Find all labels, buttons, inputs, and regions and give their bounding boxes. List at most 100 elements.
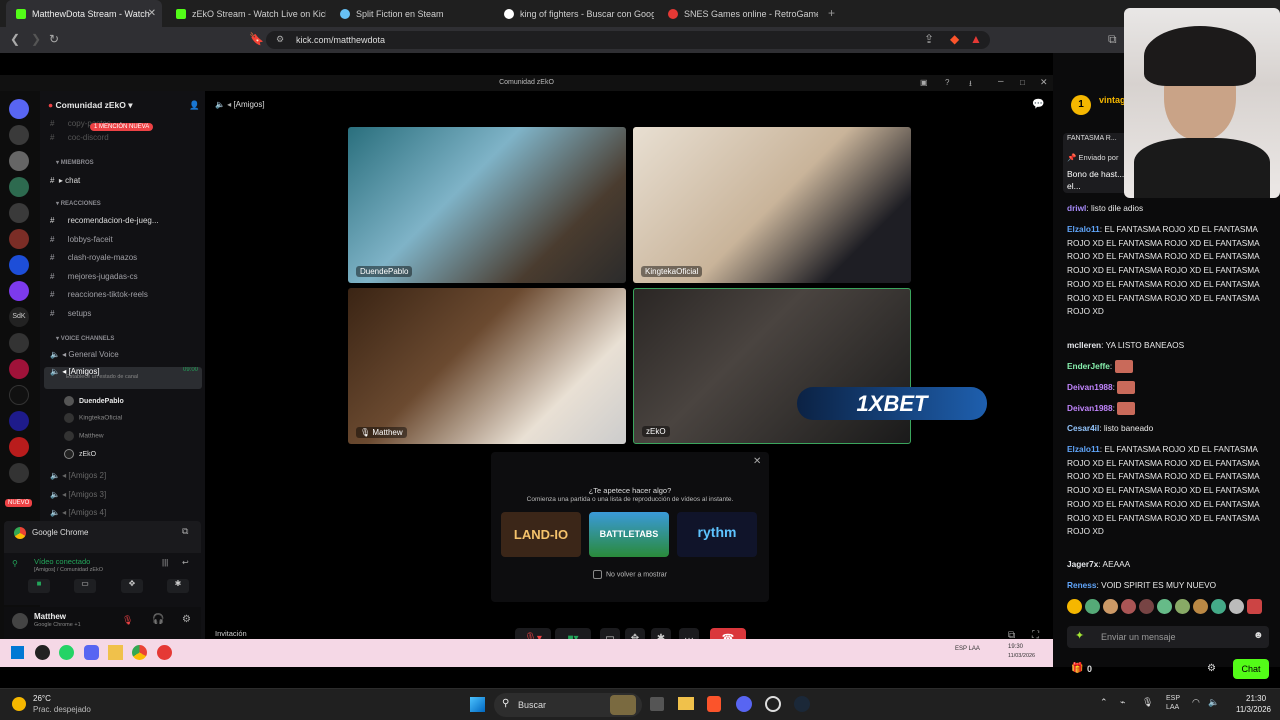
network-icon[interactable]: ⌁ [1120, 697, 1125, 708]
reload-icon[interactable]: ↻ [49, 32, 59, 46]
headphones-icon[interactable]: 🎧 [152, 614, 164, 625]
brave-shield-icon[interactable]: ◆ [950, 32, 959, 46]
emote-icon[interactable] [1211, 599, 1226, 614]
new-tab-icon[interactable]: + [828, 6, 835, 20]
video-tile[interactable]: DuendePablo [348, 127, 626, 283]
server-icon[interactable] [9, 151, 29, 171]
volume-icon[interactable]: 🔈 [1208, 697, 1219, 708]
close-tab-icon[interactable]: ✕ [148, 8, 156, 19]
channel-chat[interactable]: # ▸ chat [40, 176, 205, 185]
voice-member[interactable]: zEkO [40, 449, 205, 459]
category-voice[interactable]: ▾ VOICE CHANNELS [40, 335, 205, 342]
task-view-icon[interactable] [650, 697, 664, 711]
voice-member[interactable]: DuendePablo [40, 396, 205, 406]
channel-amigos-3[interactable]: 🔈 ◂ [Amigos 3] [40, 490, 205, 499]
tab-zeko[interactable]: zEkO Stream - Watch Live on Kick [166, 0, 326, 27]
category-miembros[interactable]: ▾ MIEMBROS [40, 159, 205, 166]
forward-icon[interactable]: ❯ [31, 32, 41, 46]
discord-icon[interactable] [84, 645, 99, 660]
server-icon[interactable] [9, 463, 29, 483]
server-icon[interactable]: SdK [9, 307, 29, 327]
weather-desc[interactable]: Prac. despejado [33, 705, 91, 714]
avatar[interactable] [12, 613, 28, 629]
chat-input[interactable]: ✦ Enviar un mensaje ☻ [1067, 626, 1269, 648]
camera-icon[interactable]: ■ [28, 579, 50, 593]
emote-icon[interactable] [1139, 599, 1154, 614]
obs-icon[interactable] [765, 696, 781, 712]
server-icon[interactable] [9, 411, 29, 431]
channel-amigos-2[interactable]: 🔈 ◂ [Amigos 2] [40, 471, 205, 480]
activity-card[interactable]: LAND-IO [501, 512, 581, 557]
noise-suppression-icon[interactable]: ||| [162, 558, 168, 567]
download-icon[interactable]: ⭳ [969, 78, 972, 92]
server-icon[interactable] [9, 281, 29, 301]
chrome-icon[interactable] [132, 645, 147, 660]
chat-username[interactable]: Cesar4il [1067, 423, 1099, 433]
server-icon[interactable] [9, 177, 29, 197]
channel-recomendacion[interactable]: # recomendacion-de-jueg... [40, 216, 205, 225]
connection-sub[interactable]: [Amigos] / Comunidad zEkO [34, 567, 103, 573]
chat-username[interactable]: Deivan1988 [1067, 382, 1113, 392]
server-icon[interactable] [9, 333, 29, 353]
checkbox[interactable] [592, 570, 602, 579]
close-window-icon[interactable]: ✕ [1040, 77, 1048, 88]
server-icon[interactable] [9, 255, 29, 275]
server-icon[interactable] [9, 125, 29, 145]
settings-gear-icon[interactable]: ⚙ [182, 614, 191, 625]
steam-icon[interactable] [794, 696, 810, 712]
back-icon[interactable]: ❮ [10, 32, 20, 46]
tray-chevron-icon[interactable]: ⌃ [1100, 697, 1108, 708]
host-clock-time[interactable]: 21:30 [1246, 694, 1266, 703]
server-icon[interactable] [9, 99, 29, 119]
maximize-icon[interactable]: □ [1020, 78, 1025, 87]
emote-icon[interactable] [1193, 599, 1208, 614]
host-clock-date[interactable]: 11/3/2026 [1236, 705, 1271, 714]
disconnect-icon[interactable]: ↩ [182, 558, 189, 567]
server-icon[interactable] [9, 203, 29, 223]
folder-icon[interactable] [108, 645, 123, 660]
weather-temp[interactable]: 26°C [33, 694, 51, 703]
voice-member[interactable]: Matthew [40, 431, 205, 441]
rewards-icon[interactable]: ▲ [970, 32, 982, 46]
channel-lobbys-faceit[interactable]: # lobbys-faceit [40, 235, 205, 244]
chat-username[interactable]: EnderJeffe [1067, 361, 1110, 371]
chat-username[interactable]: mclleren [1067, 340, 1101, 350]
chat-username[interactable]: Jager7x [1067, 559, 1098, 569]
chat-username[interactable]: Reness [1067, 580, 1097, 590]
add-member-icon[interactable]: 👤 [189, 100, 200, 111]
whatsapp-icon[interactable] [59, 645, 74, 660]
server-icon[interactable] [9, 437, 29, 457]
soundboard-icon[interactable]: ✱ [167, 579, 189, 593]
gift-icon[interactable]: 🎁 [1071, 663, 1083, 674]
help-icon[interactable]: ? [945, 78, 949, 87]
video-tile[interactable]: 🎙 Matthew [348, 288, 626, 444]
emote-icon[interactable] [1175, 599, 1190, 614]
emote-icon[interactable] [1085, 599, 1100, 614]
emote-icon[interactable] [1229, 599, 1244, 614]
chat-username[interactable]: Elzalo11 [1067, 444, 1100, 454]
windows-icon[interactable] [11, 646, 24, 659]
tab-google[interactable]: king of fighters - Buscar con Google [494, 0, 654, 27]
language-indicator[interactable]: ESP LAA [1166, 694, 1186, 712]
emote-icon[interactable] [1121, 599, 1136, 614]
channel-coc-discord[interactable]: # coc-discord [40, 133, 205, 142]
voice-member[interactable]: KingtekaOficial [40, 413, 205, 423]
chat-bubble-icon[interactable]: 💬 [1032, 99, 1044, 110]
emote-icon[interactable] [1103, 599, 1118, 614]
dont-show-again[interactable]: No volver a mostrar [491, 570, 769, 579]
brave-icon[interactable] [707, 696, 721, 712]
weather-icon[interactable] [12, 697, 26, 711]
mention-badge[interactable]: 1 MENCIÓN NUEVA [90, 123, 154, 131]
server-icon[interactable] [9, 359, 29, 379]
inbox-icon[interactable]: ▣ [920, 78, 928, 87]
screen-icon[interactable]: ▭ [74, 579, 96, 593]
server-icon[interactable] [9, 385, 29, 405]
search-box[interactable]: ⚲ Buscar [494, 693, 642, 717]
mic-icon[interactable]: 🎙 [1142, 697, 1153, 708]
channel-amigos-4[interactable]: 🔈 ◂ [Amigos 4] [40, 508, 205, 517]
send-chat-button[interactable]: Chat [1233, 659, 1269, 679]
channel-mejores-jugadas[interactable]: # mejores-jugadas-cs [40, 272, 205, 281]
file-explorer-icon[interactable] [678, 697, 694, 710]
language-indicator[interactable]: ESP LAA [955, 646, 980, 653]
activity-card[interactable]: rythm [677, 512, 757, 557]
